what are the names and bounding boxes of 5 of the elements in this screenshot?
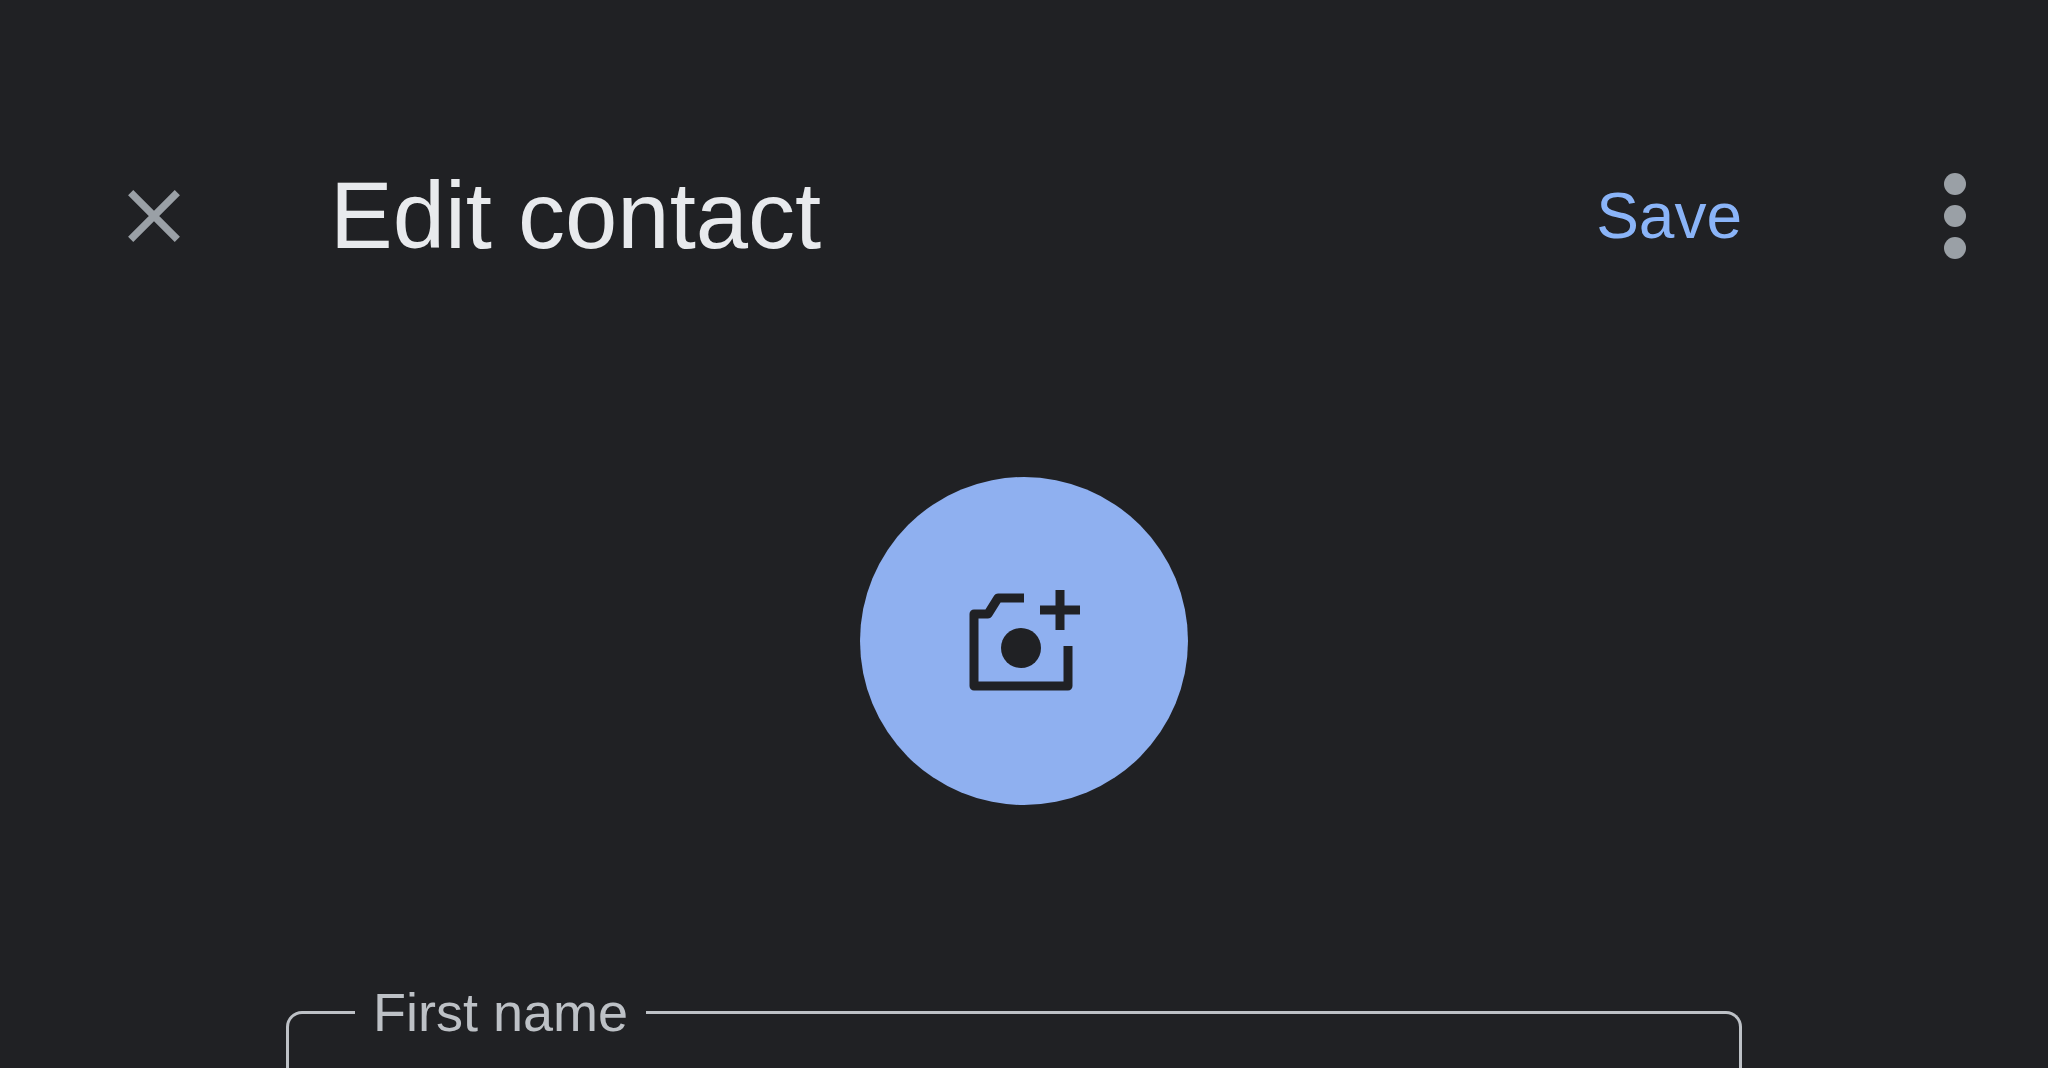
field-label: First name — [372, 981, 630, 1044]
more-options-icon — [1942, 171, 1968, 261]
more-options-button[interactable] — [1942, 171, 1968, 261]
save-button[interactable]: Save — [1596, 179, 1742, 253]
window-title: Edit contact — [330, 162, 823, 270]
